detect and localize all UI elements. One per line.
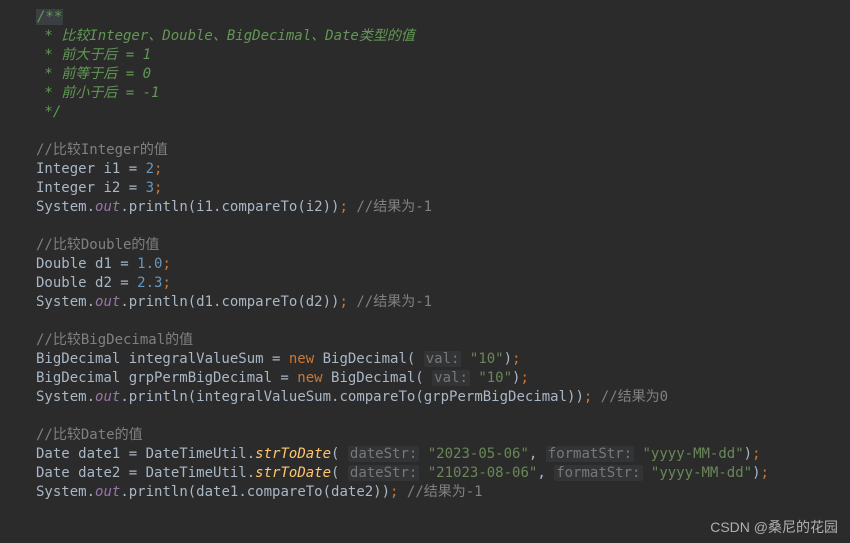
date-line1-type: Date [36,446,78,462]
int-comment: //比较Integer的值 [36,142,168,158]
doc-l4: * 前小于后 = -1 [36,85,159,101]
int-line2-type: Integer [36,180,103,196]
doc-l1: * 比较Integer、Double、BigDecimal、Date类型的值 [36,28,415,44]
doc-open: /** [36,9,63,25]
date-comment: //比较Date的值 [36,427,143,443]
doc-l2: * 前大于后 = 1 [36,47,151,63]
date-line2-type: Date [36,465,78,481]
doc-close: */ [36,104,61,120]
double-line2-type: Double [36,275,95,291]
param-hint: val: [432,370,470,386]
double-comment: //比较Double的值 [36,237,159,253]
param-hint: dateStr: [348,465,419,481]
bd-line1-type: BigDecimal [36,351,129,367]
param-hint: val: [424,351,462,367]
date-print: System. [36,484,95,500]
param-hint: dateStr: [348,446,419,462]
doc-l3: * 前等于后 = 0 [36,66,151,82]
bd-print: System. [36,389,95,405]
double-print: System. [36,294,95,310]
code-block: /** * 比较Integer、Double、BigDecimal、Date类型… [0,0,850,502]
watermark: CSDN @桑尼的花园 [710,518,838,537]
double-line1-type: Double [36,256,95,272]
bd-line2-type: BigDecimal [36,370,129,386]
bigdecimal-comment: //比较BigDecimal的值 [36,332,193,348]
param-hint: formatStr: [546,446,634,462]
param-hint: formatStr: [554,465,642,481]
int-line1-type: Integer [36,161,103,177]
int-print: System. [36,199,95,215]
